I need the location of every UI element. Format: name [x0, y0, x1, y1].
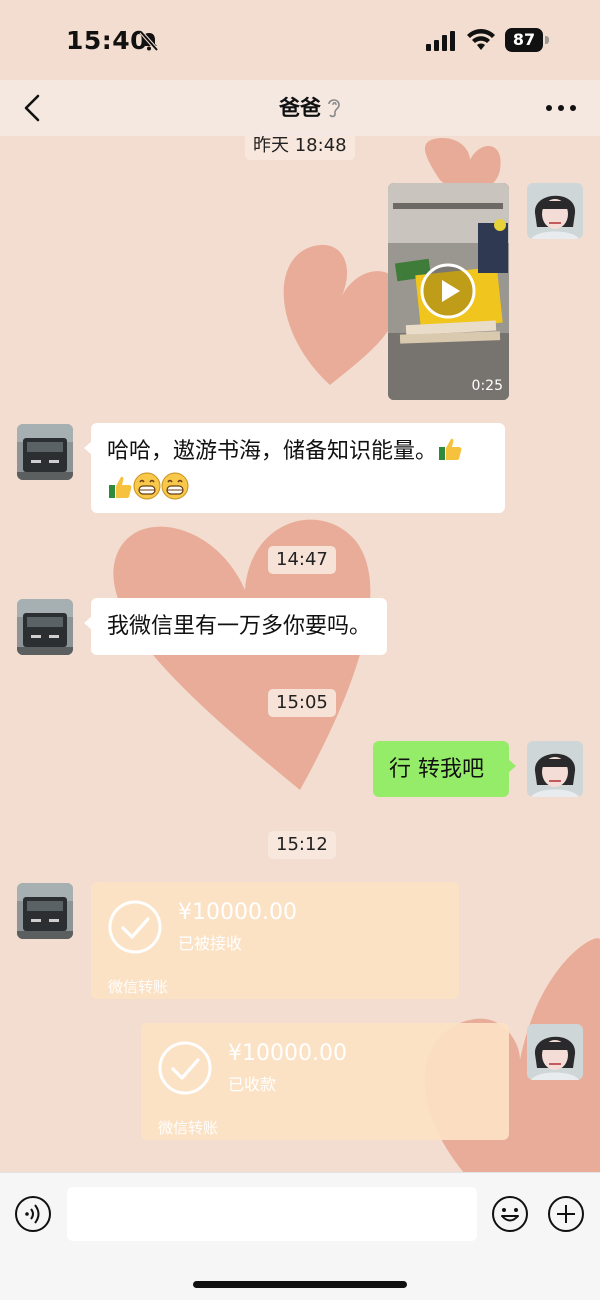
- message-text: 行 转我吧: [389, 757, 484, 782]
- timestamp: 昨天 18:48: [245, 132, 355, 160]
- grin-emoji-icon: [133, 472, 161, 510]
- checkmark-icon: [158, 1041, 212, 1095]
- contact-avatar[interactable]: [17, 599, 73, 655]
- play-icon[interactable]: [420, 263, 476, 319]
- message-bubble-outgoing[interactable]: 行 转我吧: [373, 741, 516, 797]
- transfer-footer: 微信转账: [158, 1119, 219, 1137]
- home-indicator: [193, 1281, 407, 1288]
- grin-emoji-icon: [161, 472, 189, 510]
- checkmark-icon: [108, 900, 162, 954]
- chat-title: 爸爸: [279, 96, 321, 120]
- transfer-status: 已收款: [228, 1075, 277, 1094]
- thumbs-up-emoji-icon: [437, 436, 463, 472]
- timestamp: 15:05: [268, 689, 336, 717]
- mute-bell-icon: [139, 30, 159, 52]
- video-message[interactable]: 0:25: [388, 183, 509, 400]
- wifi-icon: [467, 29, 495, 50]
- more-options-icon[interactable]: [544, 98, 578, 118]
- message-input-bar: [0, 1172, 600, 1300]
- transfer-card-outgoing[interactable]: ¥10000.00 已收款 微信转账: [141, 1023, 509, 1140]
- message-text: 哈哈，遨游书海，储备知识能量。: [107, 439, 438, 464]
- battery-icon: 87: [505, 28, 549, 52]
- message-input[interactable]: [67, 1187, 477, 1241]
- earpiece-mode-icon: [328, 99, 340, 118]
- my-avatar[interactable]: [527, 741, 583, 797]
- my-avatar[interactable]: [527, 1024, 583, 1080]
- more-actions-plus-icon[interactable]: [547, 1195, 585, 1233]
- timestamp: 14:47: [268, 546, 336, 574]
- transfer-footer: 微信转账: [108, 978, 169, 996]
- my-avatar[interactable]: [527, 183, 583, 239]
- thumbs-up-emoji-icon: [107, 474, 133, 510]
- status-time: 15:40: [66, 26, 149, 55]
- transfer-status: 已被接收: [178, 934, 243, 953]
- timestamp: 15:12: [268, 831, 336, 859]
- message-text: 我微信里有一万多你要吗。: [107, 614, 372, 639]
- voice-input-icon[interactable]: [14, 1195, 52, 1233]
- battery-level: 87: [505, 28, 543, 52]
- emoji-picker-icon[interactable]: [491, 1195, 529, 1233]
- transfer-amount: ¥10000.00: [228, 1041, 347, 1066]
- chat-header: 爸爸: [0, 80, 600, 136]
- contact-avatar[interactable]: [17, 883, 73, 939]
- transfer-card-incoming[interactable]: ¥10000.00 已被接收 微信转账: [91, 882, 459, 999]
- contact-avatar[interactable]: [17, 424, 73, 480]
- message-bubble-incoming[interactable]: 我微信里有一万多你要吗。: [84, 598, 388, 655]
- message-bubble-incoming[interactable]: 哈哈，遨游书海，储备知识能量。: [84, 423, 505, 513]
- video-duration: 0:25: [471, 378, 503, 394]
- transfer-amount: ¥10000.00: [178, 900, 297, 925]
- status-bar: 15:40 87: [0, 0, 600, 80]
- cellular-signal-icon: [426, 31, 455, 51]
